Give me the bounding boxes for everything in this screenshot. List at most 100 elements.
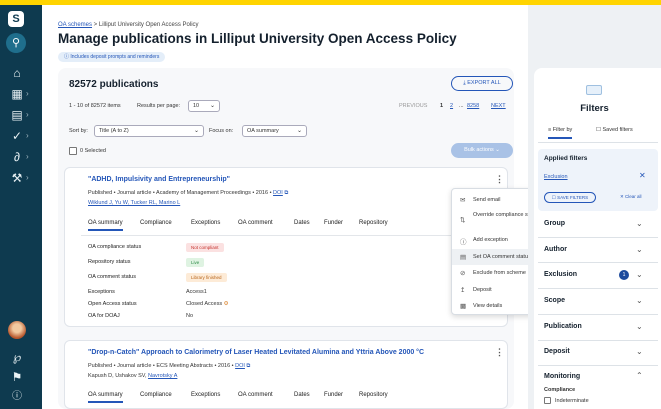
chevron-right-icon: ›: [26, 152, 29, 161]
divider: [538, 262, 658, 263]
help-icon[interactable]: ℘: [6, 347, 28, 367]
filter-section-group[interactable]: Group: [544, 220, 565, 227]
focus-select[interactable]: OA summary ⌄: [242, 125, 307, 137]
save-filters-button[interactable]: ☐ SAVE FILTERS: [544, 192, 596, 203]
sort-value: Title (A to Z): [99, 128, 129, 134]
filter-section-scope[interactable]: Scope: [544, 297, 565, 304]
remove-filter-icon[interactable]: ✕: [639, 171, 646, 180]
open-access-icon[interactable]: ∂: [6, 147, 28, 167]
publication-tabs: OA summary Compliance Exceptions OA comm…: [88, 220, 408, 234]
wrench-icon[interactable]: ⚒: [6, 168, 28, 188]
deposit-prompts-pill: ⓘ Includes deposit prompts and reminders: [58, 52, 166, 62]
select-all-checkbox[interactable]: [69, 147, 77, 155]
tab-oa-comment[interactable]: OA comment: [238, 392, 273, 398]
pagination-previous[interactable]: PREVIOUS: [399, 103, 427, 109]
chevron-right-icon: ›: [26, 89, 29, 98]
save-filters-label: SAVE FILTERS: [557, 195, 589, 200]
publication-count: 82572 publications: [69, 79, 159, 90]
lock-icon: ⚙: [223, 301, 229, 307]
chevron-down-icon: ⌄: [193, 128, 199, 134]
tab-oa-summary[interactable]: OA summary: [88, 392, 123, 403]
results-per-page-label: Results per page:: [137, 103, 181, 109]
exclusion-filter-link[interactable]: Exclusion: [544, 174, 568, 180]
author-link[interactable]: Navrotsky A: [148, 373, 177, 379]
tab-repository[interactable]: Repository: [359, 392, 388, 398]
chevron-down-icon: ⌄: [495, 147, 500, 153]
filter-section-deposit[interactable]: Deposit: [544, 348, 570, 355]
row-label: OA compliance status: [88, 244, 142, 250]
breadcrumb: OA schemes > Lilliput University Open Ac…: [58, 22, 199, 28]
publication-title[interactable]: "Drop-n-Catch" Approach to Calorimetry o…: [88, 349, 424, 356]
chevron-up-icon[interactable]: ⌃: [636, 371, 643, 380]
tab-compliance[interactable]: Compliance: [140, 220, 172, 226]
filter-section-publication[interactable]: Publication: [544, 323, 582, 330]
tab-label: Saved filters: [602, 127, 633, 133]
chevron-down-icon[interactable]: ⌄: [636, 245, 643, 254]
tab-repository[interactable]: Repository: [359, 220, 388, 226]
question-icon[interactable]: ⓘ: [6, 387, 28, 407]
tab-divider: [81, 235, 491, 236]
filter-section-author[interactable]: Author: [544, 246, 567, 253]
bulk-actions-button[interactable]: Bulk actions ⌄: [451, 143, 513, 158]
export-label: EXPORT ALL: [467, 80, 501, 86]
doi-link[interactable]: DOI: [273, 190, 283, 196]
chevron-down-icon[interactable]: ⌄: [636, 219, 643, 228]
tab-oa-summary[interactable]: OA summary: [88, 220, 123, 231]
check-circle-icon[interactable]: ✓: [6, 126, 28, 146]
row-label: Open Access status: [88, 301, 137, 307]
chevron-down-icon: ⌄: [209, 103, 215, 109]
more-actions-icon[interactable]: ⋮: [495, 347, 504, 358]
page-2[interactable]: 2: [450, 103, 453, 109]
divider: [538, 142, 658, 143]
sort-select[interactable]: Title (A to Z) ⌄: [94, 125, 204, 137]
pill-label: Includes deposit prompts and reminders: [70, 54, 160, 60]
nav-rail: S ⚲ ⌂ ▦ › ▤ › ✓ › ∂ › ⚒ › ℘ ⚑ ⓘ: [0, 5, 42, 409]
chevron-down-icon[interactable]: ⌄: [636, 296, 643, 305]
divider: [538, 365, 658, 366]
page-1[interactable]: 1: [440, 103, 443, 109]
comment-icon: ▤: [460, 254, 467, 261]
tab-oa-comment[interactable]: OA comment: [238, 220, 273, 226]
view-icon: ▩: [460, 303, 467, 310]
tab-exceptions[interactable]: Exceptions: [191, 392, 220, 398]
tab-exceptions[interactable]: Exceptions: [191, 220, 220, 226]
status-badge: Not compliant: [186, 243, 224, 252]
applied-filters-heading: Applied filters: [544, 155, 588, 162]
tab-dates[interactable]: Dates: [294, 220, 310, 226]
chevron-down-icon[interactable]: ⌄: [636, 347, 643, 356]
doi-link[interactable]: DOI: [235, 363, 245, 369]
tab-funder[interactable]: Funder: [324, 220, 343, 226]
breadcrumb-link-oa-schemes[interactable]: OA schemes: [58, 22, 92, 28]
export-all-button[interactable]: ⤓ EXPORT ALL: [451, 76, 513, 91]
filter-section-monitoring[interactable]: Monitoring: [544, 373, 580, 380]
search-docs-icon[interactable]: ▤: [6, 105, 28, 125]
tab-compliance[interactable]: Compliance: [140, 392, 172, 398]
chevron-down-icon[interactable]: ⌄: [636, 322, 643, 331]
reports-icon[interactable]: ▦: [6, 84, 28, 104]
tab-saved-filters[interactable]: ☐ Saved filters: [596, 127, 633, 133]
publication-title[interactable]: "ADHD, Impulsivity and Entrepreneurship": [88, 176, 230, 183]
pagination-next[interactable]: NEXT: [491, 103, 506, 109]
authors-link[interactable]: Wiklund J, Yu W, Tucker RL, Marino L: [88, 200, 180, 206]
clear-all-link[interactable]: ✕ Clear all: [620, 194, 642, 200]
avatar[interactable]: [8, 321, 26, 339]
indeterminate-checkbox[interactable]: [544, 397, 551, 404]
tab-dates[interactable]: Dates: [294, 392, 310, 398]
tab-funder[interactable]: Funder: [324, 392, 343, 398]
filter-section-exclusion[interactable]: Exclusion: [544, 271, 577, 278]
results-per-page-select[interactable]: 10 ⌄: [188, 100, 220, 112]
page-last[interactable]: 8258: [467, 103, 479, 109]
meta-text: Published • Journal article • Academy of…: [88, 190, 272, 196]
publication-authors: Kapush D, Ushakov SV, Navrotsky A: [88, 373, 177, 379]
search-icon[interactable]: ⚲: [6, 33, 26, 53]
home-icon[interactable]: ⌂: [6, 63, 28, 83]
tab-filter-by[interactable]: ≡ Filter by: [548, 127, 573, 139]
menu-item-label: Add exception: [473, 237, 508, 243]
chevron-down-icon[interactable]: ⌄: [636, 270, 643, 279]
row-label: Repository status: [88, 259, 131, 265]
app-logo[interactable]: S: [8, 11, 24, 27]
meta-text: Published • Journal article • ECS Meetin…: [88, 363, 234, 369]
publication-meta: Published • Journal article • Academy of…: [88, 190, 288, 197]
more-actions-icon[interactable]: ⋮: [495, 174, 504, 185]
bell-icon[interactable]: ⚑: [6, 367, 28, 387]
